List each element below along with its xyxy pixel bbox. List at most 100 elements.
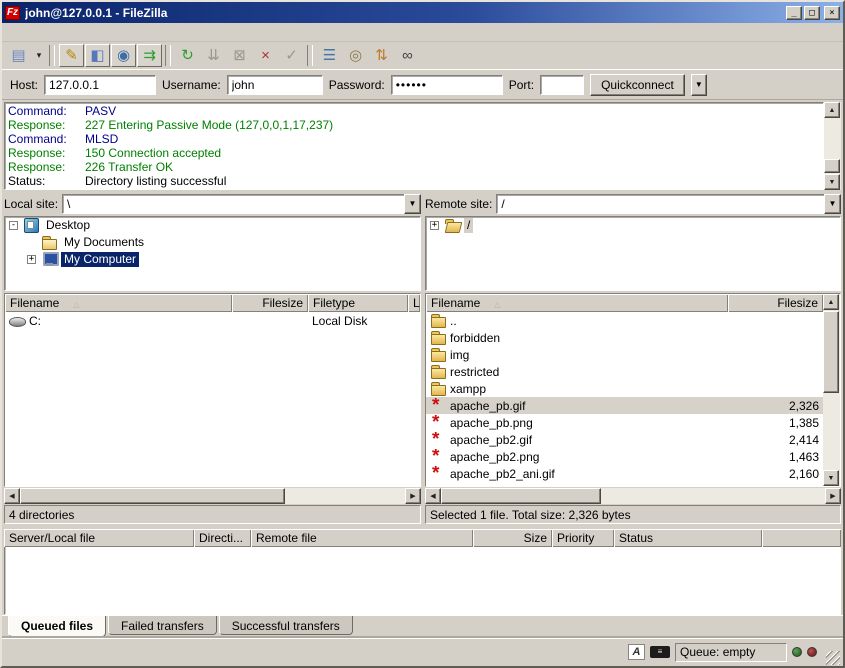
column-header-size[interactable]: Size	[473, 529, 552, 547]
menu-item[interactable]	[58, 30, 76, 34]
scrollbar-thumb[interactable]	[824, 159, 840, 173]
scroll-up-icon[interactable]: ▲	[823, 294, 839, 310]
menu-item[interactable]	[112, 30, 130, 34]
column-header-filename[interactable]: Filename△	[5, 294, 232, 312]
apache_pb.gif[interactable]: apache_pb.gif 2,326	[426, 397, 823, 414]
password-input[interactable]	[391, 75, 503, 95]
compare-button[interactable]: ◎	[343, 44, 368, 67]
image-icon	[430, 449, 448, 464]
port-input[interactable]	[540, 75, 584, 95]
xampp[interactable]: xampp	[426, 380, 823, 397]
remote-tree-pane: Remote site: ▼ + /	[425, 194, 841, 291]
tab-successful-transfers[interactable]: Successful transfers	[219, 616, 353, 635]
scroll-right-icon[interactable]: ▶	[825, 488, 841, 504]
menu-item[interactable]	[40, 30, 58, 34]
local-horizontal-scrollbar[interactable]: ◀ ▶	[4, 487, 421, 504]
remote-vertical-scrollbar[interactable]: ▲ ▼	[823, 294, 840, 486]
log-scrollbar[interactable]: ▲ ▼	[824, 102, 841, 190]
disk-icon	[9, 313, 27, 328]
sync-browsing-button[interactable]: ⇅	[369, 44, 394, 67]
menu-item[interactable]	[22, 30, 40, 34]
remote-list-body: .. forbidden img restricted	[426, 312, 823, 486]
scroll-down-icon[interactable]: ▼	[823, 470, 839, 486]
column-header-filesize[interactable]: Filesize	[728, 294, 823, 312]
remote-list-header: Filename△ Filesize	[426, 294, 823, 312]
tree-item-my-computer[interactable]: + My Computer	[5, 251, 420, 268]
filter-button[interactable]: ☰	[317, 44, 342, 67]
column-header-lastmodified[interactable]: L	[408, 294, 420, 312]
column-header-server-local-file[interactable]: Server/Local file	[4, 529, 194, 547]
transfer-type-icon[interactable]: A	[628, 644, 645, 660]
local-file-row[interactable]: C: Local Disk	[5, 312, 420, 329]
site-manager-button[interactable]: ▤	[6, 44, 31, 67]
menu-item[interactable]	[94, 30, 112, 34]
img[interactable]: img	[426, 346, 823, 363]
remote-site-input[interactable]	[496, 194, 824, 214]
separator	[165, 45, 171, 66]
scroll-right-icon[interactable]: ▶	[405, 488, 421, 504]
quickconnect-dropdown-icon[interactable]: ▼	[691, 74, 707, 96]
menu-item[interactable]	[76, 30, 94, 34]
combo-dropdown-icon[interactable]: ▼	[824, 194, 841, 214]
scroll-down-icon[interactable]: ▼	[824, 174, 840, 190]
toggle-remote-tree-button[interactable]: ◉	[111, 44, 136, 67]
column-header-remote-file[interactable]: Remote file	[251, 529, 473, 547]
refresh-button[interactable]: ↻	[175, 44, 200, 67]
maximize-button[interactable]: □	[804, 6, 820, 20]
scroll-up-icon[interactable]: ▲	[824, 102, 840, 118]
menu-item[interactable]	[4, 30, 22, 34]
tab-failed-transfers[interactable]: Failed transfers	[108, 616, 217, 635]
tree-item-root[interactable]: + /	[426, 217, 840, 234]
restricted[interactable]: restricted	[426, 363, 823, 380]
site-manager-dropdown[interactable]: ▾	[32, 44, 46, 67]
reconnect-button[interactable]: ✓	[279, 44, 304, 67]
sort-ascending-icon: △	[73, 300, 79, 309]
scrollbar-thumb[interactable]	[441, 488, 601, 504]
apache_pb2_ani.gif[interactable]: apache_pb2_ani.gif 2,160	[426, 465, 823, 482]
toggle-queue-button[interactable]: ⇉	[137, 44, 162, 67]
tree-item-desktop[interactable]: - Desktop	[5, 217, 420, 234]
expander-icon[interactable]: +	[27, 255, 36, 264]
cancel-button[interactable]: ⊠	[227, 44, 252, 67]
local-site-input[interactable]	[62, 194, 404, 214]
local-site-combo[interactable]: ▼	[62, 194, 421, 214]
minimize-button[interactable]: _	[786, 6, 802, 20]
host-input[interactable]	[44, 75, 156, 95]
column-header-filesize[interactable]: Filesize	[232, 294, 308, 312]
forbidden[interactable]: forbidden	[426, 329, 823, 346]
remote-horizontal-scrollbar[interactable]: ◀ ▶	[425, 487, 841, 504]
close-button[interactable]: ×	[824, 6, 840, 20]
column-header-filename[interactable]: Filename△	[426, 294, 728, 312]
activity-led-red	[807, 647, 817, 657]
toggle-local-tree-button[interactable]: ◧	[85, 44, 110, 67]
column-header-direction[interactable]: Directi...	[194, 529, 251, 547]
quickconnect-button[interactable]: Quickconnect	[590, 74, 685, 96]
remote-site-combo[interactable]: ▼	[496, 194, 841, 214]
column-header-status[interactable]: Status	[614, 529, 762, 547]
find-button[interactable]: ∞	[395, 44, 420, 67]
expander-icon[interactable]: +	[430, 221, 439, 230]
tab-queued-files[interactable]: Queued files	[8, 616, 106, 637]
scrollbar-thumb[interactable]	[20, 488, 285, 504]
process-queue-button[interactable]: ⇊	[201, 44, 226, 67]
username-input[interactable]	[227, 75, 323, 95]
column-header-filetype[interactable]: Filetype	[308, 294, 408, 312]
apache_pb2.png[interactable]: apache_pb2.png 1,463	[426, 448, 823, 465]
combo-dropdown-icon[interactable]: ▼	[404, 194, 421, 214]
separator	[307, 45, 313, 66]
disconnect-button[interactable]: ×	[253, 44, 278, 67]
apache_pb.png[interactable]: apache_pb.png 1,385	[426, 414, 823, 431]
scrollbar-thumb[interactable]	[823, 311, 839, 393]
apache_pb2.gif[interactable]: apache_pb2.gif 2,414	[426, 431, 823, 448]
scroll-left-icon[interactable]: ◀	[4, 488, 20, 504]
..[interactable]: ..	[426, 312, 823, 329]
toggle-message-log-button[interactable]: ✎	[59, 44, 84, 67]
port-label: Port:	[509, 78, 534, 92]
scroll-left-icon[interactable]: ◀	[425, 488, 441, 504]
tree-item-my-documents[interactable]: My Documents	[5, 234, 420, 251]
username-label: Username:	[162, 78, 221, 92]
speed-limit-icon[interactable]: ≡	[650, 646, 670, 658]
resize-grip[interactable]	[826, 651, 840, 665]
column-header-priority[interactable]: Priority	[552, 529, 614, 547]
expander-icon[interactable]: -	[9, 221, 18, 230]
